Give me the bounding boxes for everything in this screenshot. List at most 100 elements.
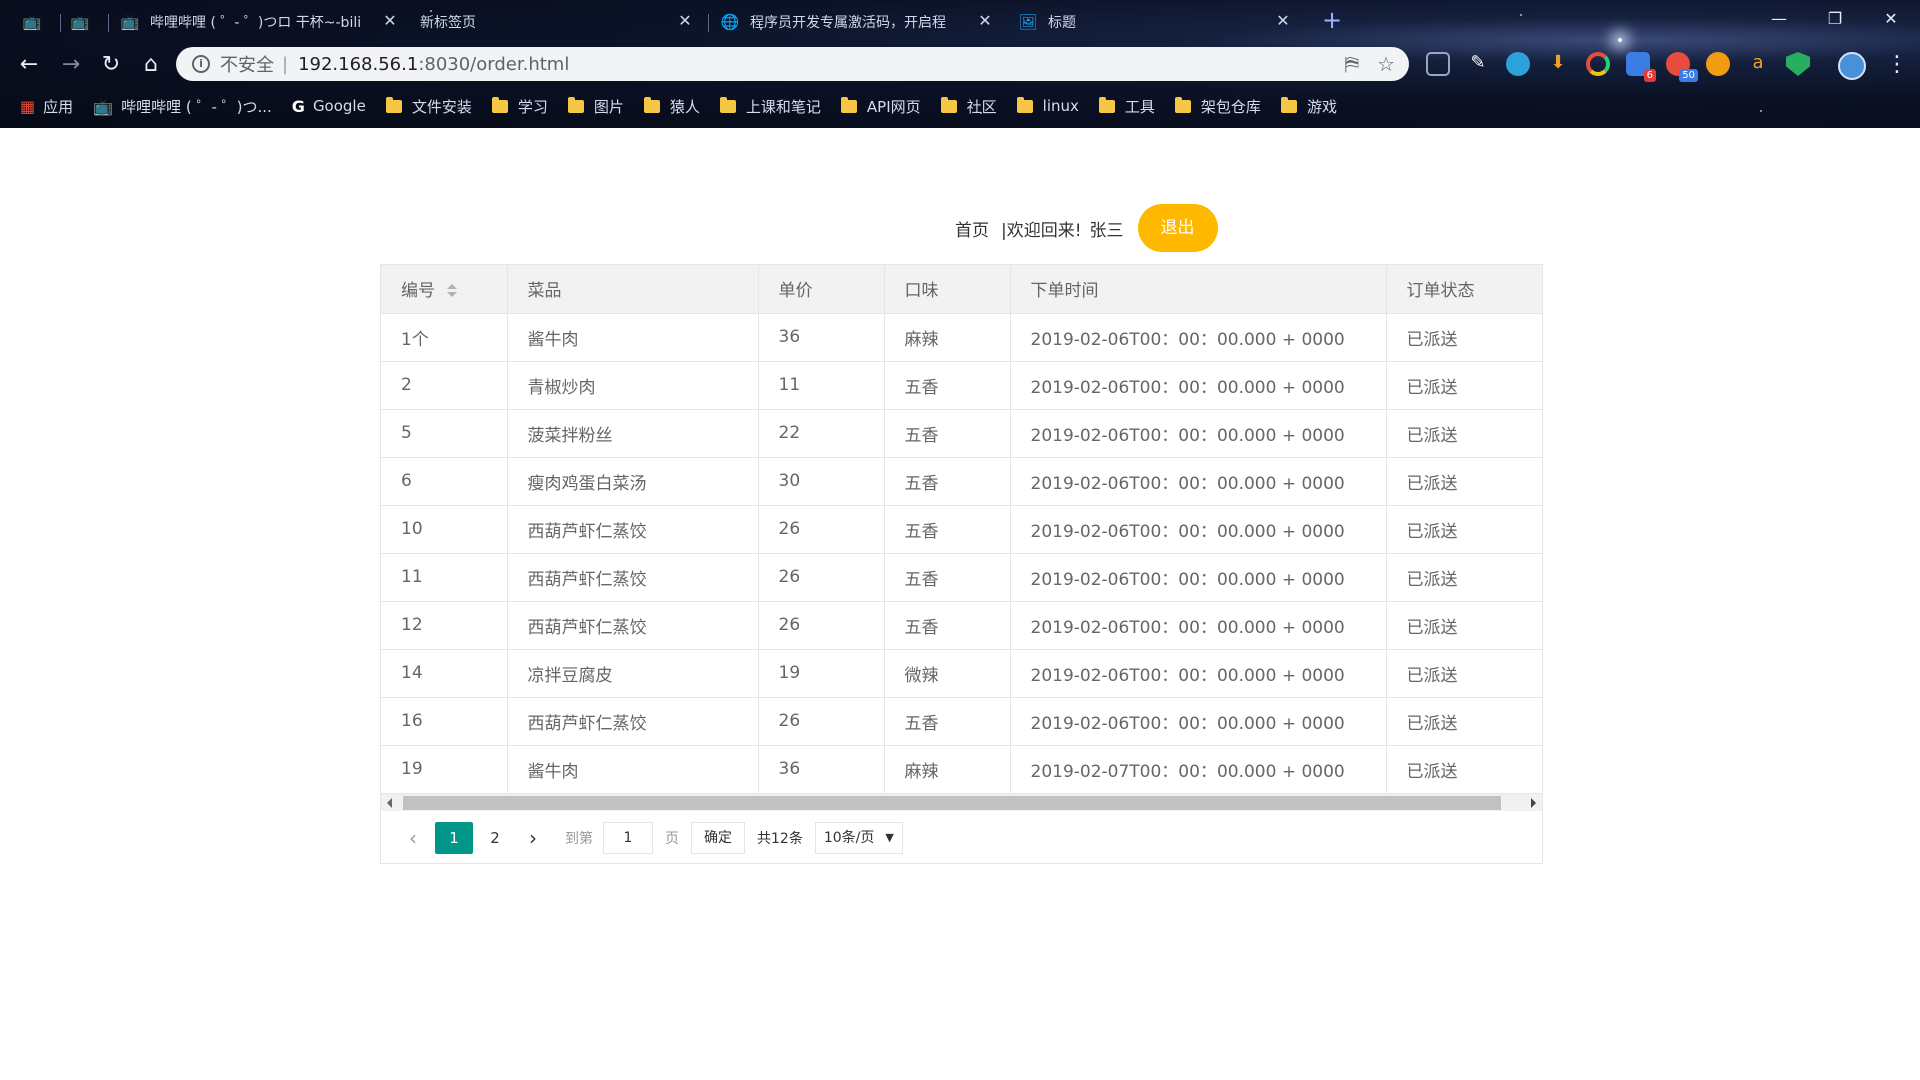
scroll-left-icon[interactable] (387, 798, 392, 808)
extension-shield-icon[interactable] (1506, 52, 1530, 76)
cell-price: 30 (758, 457, 885, 506)
close-icon[interactable]: ✕ (676, 12, 694, 30)
extension-tool-icon[interactable]: ✎ (1466, 52, 1490, 76)
bookmark-google[interactable]: G Google (292, 97, 366, 116)
bookmark-star-icon[interactable]: ☆ (1377, 52, 1395, 76)
extension-color-icon[interactable] (1586, 52, 1610, 76)
extension-cat-icon[interactable]: 50 (1666, 52, 1698, 82)
page-number[interactable]: 2 (479, 822, 511, 854)
bookmark-folder[interactable]: 学习 (491, 96, 548, 117)
bookmark-folder[interactable]: linux (1016, 96, 1079, 115)
table-row[interactable]: 6 瘦肉鸡蛋白菜汤 30 五香 2019-02-06T00：00：00.000 + 00… (381, 457, 1542, 506)
tab-activation-code[interactable]: 🌐 程序员开发专属激活码，开启程 ✕ (720, 6, 1000, 38)
tab-title-page[interactable]: 🖼 标题 ✕ (1018, 6, 1298, 38)
extension-adblock-icon[interactable] (1786, 52, 1810, 76)
table-row[interactable]: 2 青椒炒肉 11 五香 2019-02-06T00：00：00.000 + 0000 已… (381, 361, 1542, 410)
next-page-icon[interactable]: › (517, 822, 549, 854)
cell-flavor: 麻辣 (884, 745, 1011, 794)
new-tab-button[interactable]: + (1320, 8, 1344, 32)
bookmark-folder[interactable]: 工具 (1098, 96, 1155, 117)
translate-icon[interactable]: ⛿ (1345, 52, 1360, 76)
cell-dish: 西葫芦虾仁蒸饺 (507, 697, 759, 746)
logout-button[interactable]: 退出 (1137, 204, 1218, 252)
close-icon[interactable]: ✕ (381, 12, 399, 30)
bookmark-bilibili[interactable]: 📺 哔哩哔哩 ( ゜- ゜)つ... (93, 96, 272, 117)
restore-button[interactable]: ❐ (1812, 4, 1858, 34)
close-window-button[interactable]: ✕ (1868, 4, 1914, 34)
page-number-current[interactable]: 1 (435, 822, 473, 854)
home-button[interactable]: ⌂ (136, 50, 166, 80)
cell-flavor: 五香 (884, 697, 1011, 746)
bookmark-folder[interactable]: 图片 (567, 96, 624, 117)
table-row[interactable]: 14 凉拌豆腐皮 19 微辣 2019-02-06T00：00：00.000 + 000… (381, 649, 1542, 698)
cell-order-time: 2019-02-07T00：00：00.000 + 0000 (1010, 745, 1387, 794)
back-button[interactable]: ← (14, 50, 44, 80)
minimize-button[interactable]: — (1756, 4, 1802, 34)
bookmark-folder[interactable]: 猿人 (643, 96, 700, 117)
reload-button[interactable]: ↻ (96, 50, 126, 80)
bookmark-folder[interactable]: 游戏 (1280, 96, 1337, 117)
profile-avatar[interactable] (1838, 52, 1866, 80)
bookmark-label: Google (312, 97, 366, 115)
cell-order-time: 2019-02-06T00：00：00.000 + 0000 (1010, 361, 1387, 410)
tab-bilibili-pinned-1[interactable]: 📺 (22, 6, 52, 38)
bookmark-folder[interactable]: 文件安装 (385, 96, 472, 117)
bookmark-label: 工具 (1124, 97, 1155, 116)
cell-status: 已派送 (1386, 697, 1542, 746)
bookmark-apps[interactable]: ▦ 应用 (20, 96, 73, 117)
bookmark-label: 哔哩哔哩 ( ゜- ゜)つ... (121, 97, 272, 116)
bookmark-label: 文件安装 (411, 97, 472, 116)
forward-button[interactable]: → (56, 50, 86, 80)
scrollbar-thumb[interactable] (403, 796, 1501, 810)
cell-price: 26 (758, 505, 885, 554)
column-header-id[interactable]: 编号 (381, 265, 508, 314)
order-table: 编号 菜品 单价 口味 下单时间 订单状态 1个 酱牛肉 36 麻辣 2019-02-0… (380, 264, 1543, 864)
column-header-order-time: 下单时间 (1010, 265, 1387, 314)
page-unit-label: 页 (665, 831, 679, 847)
table-row[interactable]: 1个 酱牛肉 36 麻辣 2019-02-06T00：00：00.000 + 0000 已… (381, 313, 1542, 362)
goto-page-input[interactable]: 1 (603, 822, 653, 854)
tab-bilibili-pinned-2[interactable]: 📺 (70, 6, 100, 38)
extension-download-icon[interactable]: ⬇ (1546, 52, 1570, 76)
table-row[interactable]: 19 酱牛肉 36 麻辣 2019-02-07T00：00：00.000 + 0000 已… (381, 745, 1542, 794)
table-row[interactable]: 10 西葫芦虾仁蒸饺 26 五香 2019-02-06T00：00：00.000 + 0… (381, 505, 1542, 554)
sort-icon[interactable] (447, 284, 457, 298)
tab-title: 哔哩哔哩 ( ゜- ゜)つロ 干杯~-bili (150, 15, 362, 31)
tab-bilibili[interactable]: 📺 哔哩哔哩 ( ゜- ゜)つロ 干杯~-bili ✕ (120, 6, 405, 38)
prev-page-icon[interactable]: ‹ (397, 822, 429, 854)
cell-dish: 青椒炒肉 (507, 361, 759, 410)
table-row[interactable]: 11 西葫芦虾仁蒸饺 26 五香 2019-02-06T00：00：00.000 + 0… (381, 553, 1542, 602)
close-icon[interactable]: ✕ (976, 12, 994, 30)
horizontal-scrollbar[interactable] (381, 793, 1542, 811)
top-nav: 首页 |欢迎回来! 张三 退出 (955, 204, 1218, 252)
table-row[interactable]: 16 西葫芦虾仁蒸饺 26 五香 2019-02-06T00：00：00.000 + 0… (381, 697, 1542, 746)
browser-menu-icon[interactable]: ⋮ (1886, 52, 1908, 78)
cell-id: 16 (381, 697, 508, 746)
bookmark-folder[interactable]: 社区 (940, 96, 997, 117)
column-label: 编号 (401, 281, 435, 302)
address-bar[interactable]: i 不安全 | 192.168.56.1 :8030/order.html ⛿ … (176, 47, 1409, 81)
bookmark-folder[interactable]: 架包仓库 (1174, 96, 1261, 117)
folder-icon (1174, 96, 1191, 113)
cell-status: 已派送 (1386, 649, 1542, 698)
extension-glasses-icon[interactable] (1426, 52, 1450, 76)
confirm-button[interactable]: 确定 (691, 822, 745, 854)
scroll-right-icon[interactable] (1531, 798, 1536, 808)
cell-dish: 酱牛肉 (507, 313, 759, 362)
home-link[interactable]: 首页 (955, 216, 989, 241)
bookmark-label: 应用 (43, 97, 74, 116)
info-icon[interactable]: i (192, 55, 210, 73)
goto-label: 到第 (565, 831, 593, 847)
table-row[interactable]: 5 菠菜拌粉丝 22 五香 2019-02-06T00：00：00.000 + 0000… (381, 409, 1542, 458)
cell-order-time: 2019-02-06T00：00：00.000 + 0000 (1010, 313, 1387, 362)
tab-new-tab[interactable]: 新标签页 ✕ (420, 6, 700, 38)
order-table-grid: 编号 菜品 单价 口味 下单时间 订单状态 1个 酱牛肉 36 麻辣 2019-02-0… (381, 265, 1542, 794)
extension-grid-icon[interactable]: 6 (1626, 52, 1656, 82)
close-icon[interactable]: ✕ (1274, 12, 1292, 30)
bookmark-folder[interactable]: 上课和笔记 (719, 96, 821, 117)
page-size-select[interactable]: 10条/页 ▼ (814, 822, 903, 854)
table-row[interactable]: 12 西葫芦虾仁蒸饺 26 五香 2019-02-06T00：00：00.000 + 0… (381, 601, 1542, 650)
bookmark-folder[interactable]: API网页 (840, 96, 921, 117)
extension-mask-icon[interactable] (1706, 52, 1730, 76)
extension-amazon-icon[interactable]: a (1746, 52, 1770, 76)
